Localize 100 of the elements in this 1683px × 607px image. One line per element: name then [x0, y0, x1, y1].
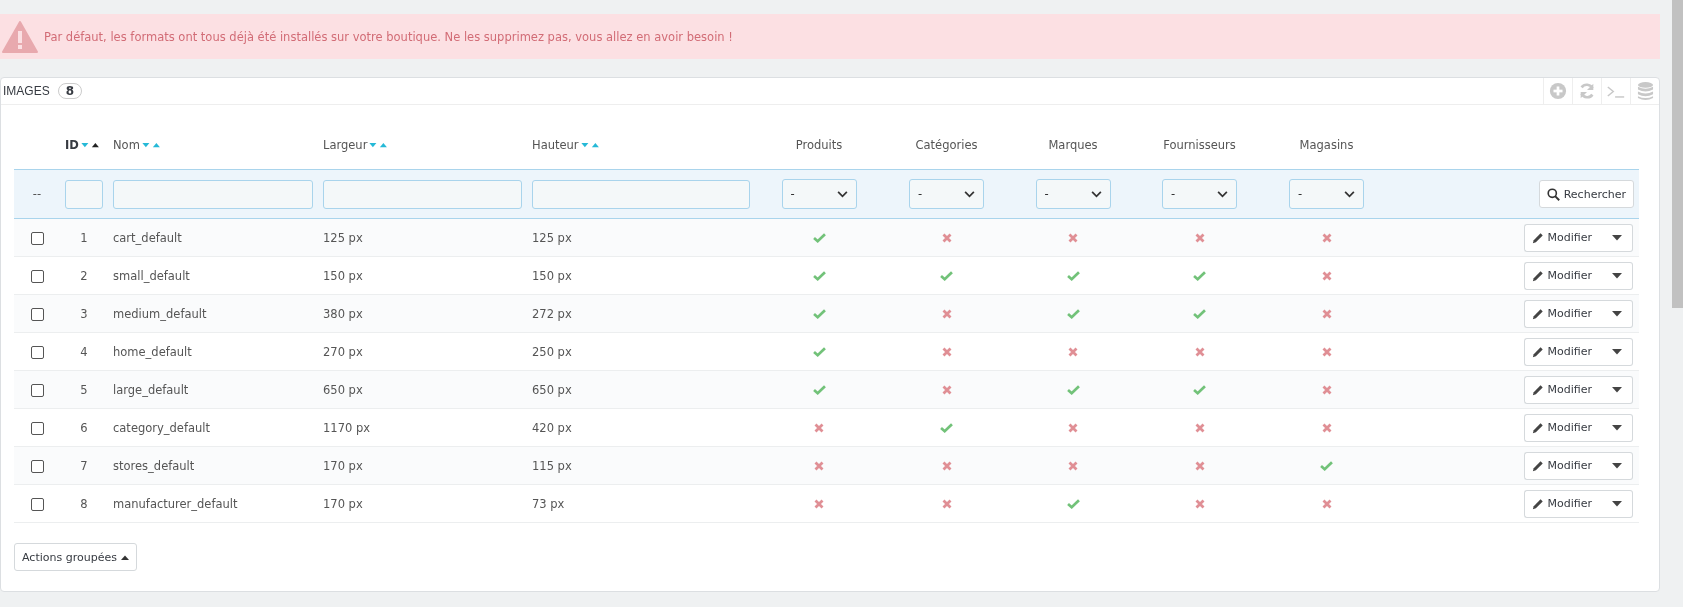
row-checkbox[interactable]: [30, 421, 44, 435]
cross-icon[interactable]: [814, 499, 824, 509]
dropdown-toggle[interactable]: [1606, 375, 1633, 404]
filter-label: --: [32, 187, 42, 201]
dropdown-toggle[interactable]: [1606, 261, 1633, 290]
row-checkbox[interactable]: [30, 345, 44, 359]
cross-icon[interactable]: [1194, 233, 1205, 243]
cross-icon[interactable]: [1194, 423, 1205, 433]
filter-dropdown[interactable]: -: [1035, 179, 1111, 209]
edit-button[interactable]: Modifier: [1523, 299, 1606, 328]
row-checkbox[interactable]: [30, 497, 44, 511]
caret-icon: [120, 554, 129, 560]
dropdown-toggle[interactable]: [1606, 489, 1633, 518]
check-icon[interactable]: [1193, 271, 1206, 281]
check-icon[interactable]: [1066, 499, 1080, 509]
check-icon[interactable]: [812, 385, 826, 395]
edit-button[interactable]: Modifier: [1523, 451, 1606, 480]
check-icon[interactable]: [1066, 385, 1080, 395]
filter-dropdown[interactable]: -: [909, 179, 984, 209]
cross-icon[interactable]: [941, 385, 952, 395]
check-icon[interactable]: [1066, 309, 1080, 319]
pencil-icon: [1531, 307, 1544, 320]
width-cell: 170 px: [323, 496, 363, 511]
edit-button[interactable]: Modifier: [1523, 261, 1606, 290]
name-cell: small_default: [113, 268, 190, 283]
check-icon[interactable]: [812, 309, 826, 319]
chevron-down-icon: [1217, 190, 1228, 198]
id-cell: 6: [80, 420, 88, 435]
row-checkbox[interactable]: [30, 231, 44, 245]
dropdown-toggle[interactable]: [1606, 451, 1633, 480]
check-icon[interactable]: [812, 271, 826, 281]
filter-input[interactable]: [113, 179, 313, 209]
row-checkbox[interactable]: [30, 459, 44, 473]
check-icon[interactable]: [1320, 461, 1333, 471]
cross-icon[interactable]: [1194, 499, 1205, 509]
caret-icon: [1612, 424, 1622, 431]
edit-button[interactable]: Modifier: [1523, 223, 1606, 252]
name-cell: stores_default: [113, 458, 195, 473]
pencil-icon: [1531, 421, 1544, 434]
dropdown-toggle[interactable]: [1606, 299, 1633, 328]
cross-icon[interactable]: [1321, 499, 1332, 509]
cross-icon[interactable]: [1321, 309, 1332, 319]
edit-button[interactable]: Modifier: [1523, 337, 1606, 366]
scrollbar[interactable]: [1672, 0, 1683, 308]
filter-dropdown[interactable]: -: [1289, 179, 1364, 209]
check-icon[interactable]: [940, 423, 953, 433]
width-cell: 380 px: [323, 306, 363, 321]
id-cell: 1: [80, 230, 88, 245]
filter-input[interactable]: [323, 179, 522, 209]
filter-dropdown[interactable]: -: [1162, 179, 1237, 209]
filter-dropdown[interactable]: -: [781, 179, 857, 209]
cross-icon[interactable]: [1068, 347, 1078, 357]
pencil-icon: [1531, 231, 1544, 244]
filter-input[interactable]: [532, 179, 750, 209]
cross-icon[interactable]: [1194, 461, 1205, 471]
height-cell: 420 px: [532, 420, 572, 435]
dropdown-toggle[interactable]: [1606, 413, 1633, 442]
cross-icon[interactable]: [814, 461, 824, 471]
cross-icon[interactable]: [1321, 233, 1332, 243]
cross-icon[interactable]: [941, 233, 952, 243]
cross-icon[interactable]: [941, 499, 952, 509]
width-cell: 650 px: [323, 382, 363, 397]
cross-icon[interactable]: [1321, 385, 1332, 395]
dropdown-toggle[interactable]: [1606, 337, 1633, 366]
width-cell: 125 px: [323, 230, 363, 245]
cross-icon[interactable]: [941, 347, 952, 357]
name-cell: medium_default: [113, 306, 207, 321]
edit-button[interactable]: Modifier: [1523, 489, 1606, 518]
check-icon[interactable]: [1193, 385, 1206, 395]
search-button[interactable]: Rechercher: [1538, 180, 1634, 208]
bulk-actions-button[interactable]: Actions groupées: [14, 543, 137, 571]
check-icon[interactable]: [1066, 271, 1080, 281]
cross-icon[interactable]: [1321, 423, 1332, 433]
cross-icon[interactable]: [1068, 233, 1078, 243]
check-icon[interactable]: [940, 271, 953, 281]
sort-icon[interactable]: [80, 141, 101, 149]
check-icon[interactable]: [812, 233, 826, 243]
cross-icon[interactable]: [941, 309, 952, 319]
cross-icon[interactable]: [1321, 347, 1332, 357]
pencil-icon: [1531, 269, 1544, 282]
id-cell: 5: [80, 382, 88, 397]
edit-button[interactable]: Modifier: [1523, 375, 1606, 404]
row-checkbox[interactable]: [30, 383, 44, 397]
column-header: Catégories: [915, 138, 978, 152]
cross-icon[interactable]: [1194, 347, 1205, 357]
dropdown-toggle[interactable]: [1606, 223, 1633, 252]
filter-input[interactable]: [65, 179, 103, 209]
cross-icon[interactable]: [1321, 271, 1332, 281]
edit-button[interactable]: Modifier: [1523, 413, 1606, 442]
cross-icon[interactable]: [1068, 423, 1078, 433]
check-icon[interactable]: [812, 347, 826, 357]
caret-icon: [1612, 462, 1622, 469]
row-checkbox[interactable]: [30, 307, 44, 321]
cross-icon[interactable]: [941, 461, 952, 471]
check-icon[interactable]: [1193, 309, 1206, 319]
column-header: Largeur: [323, 138, 390, 152]
row-checkbox[interactable]: [30, 269, 44, 283]
cross-icon[interactable]: [814, 423, 824, 433]
cross-icon[interactable]: [1068, 461, 1078, 471]
caret-icon: [1612, 272, 1622, 279]
